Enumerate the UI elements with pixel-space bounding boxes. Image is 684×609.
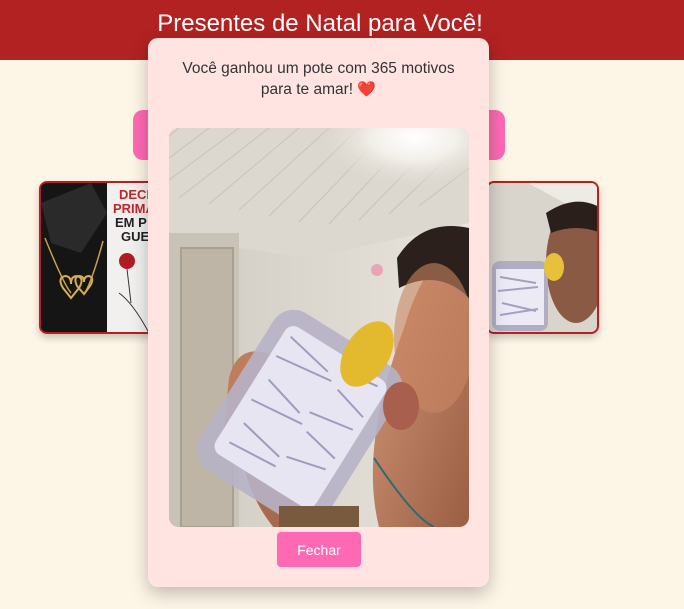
modal-overlay: Você ganhou um pote com 365 motivos para… — [0, 0, 684, 609]
jar-photo-image — [169, 128, 469, 527]
modal-message: Você ganhou um pote com 365 motivos para… — [170, 58, 467, 100]
close-button[interactable]: Fechar — [277, 532, 361, 567]
heart-icon: ❤️ — [357, 81, 377, 98]
jar-photo — [169, 128, 469, 527]
modal-message-text: Você ganhou um pote com 365 motivos para… — [182, 60, 455, 98]
gift-modal: Você ganhou um pote com 365 motivos para… — [148, 38, 489, 587]
